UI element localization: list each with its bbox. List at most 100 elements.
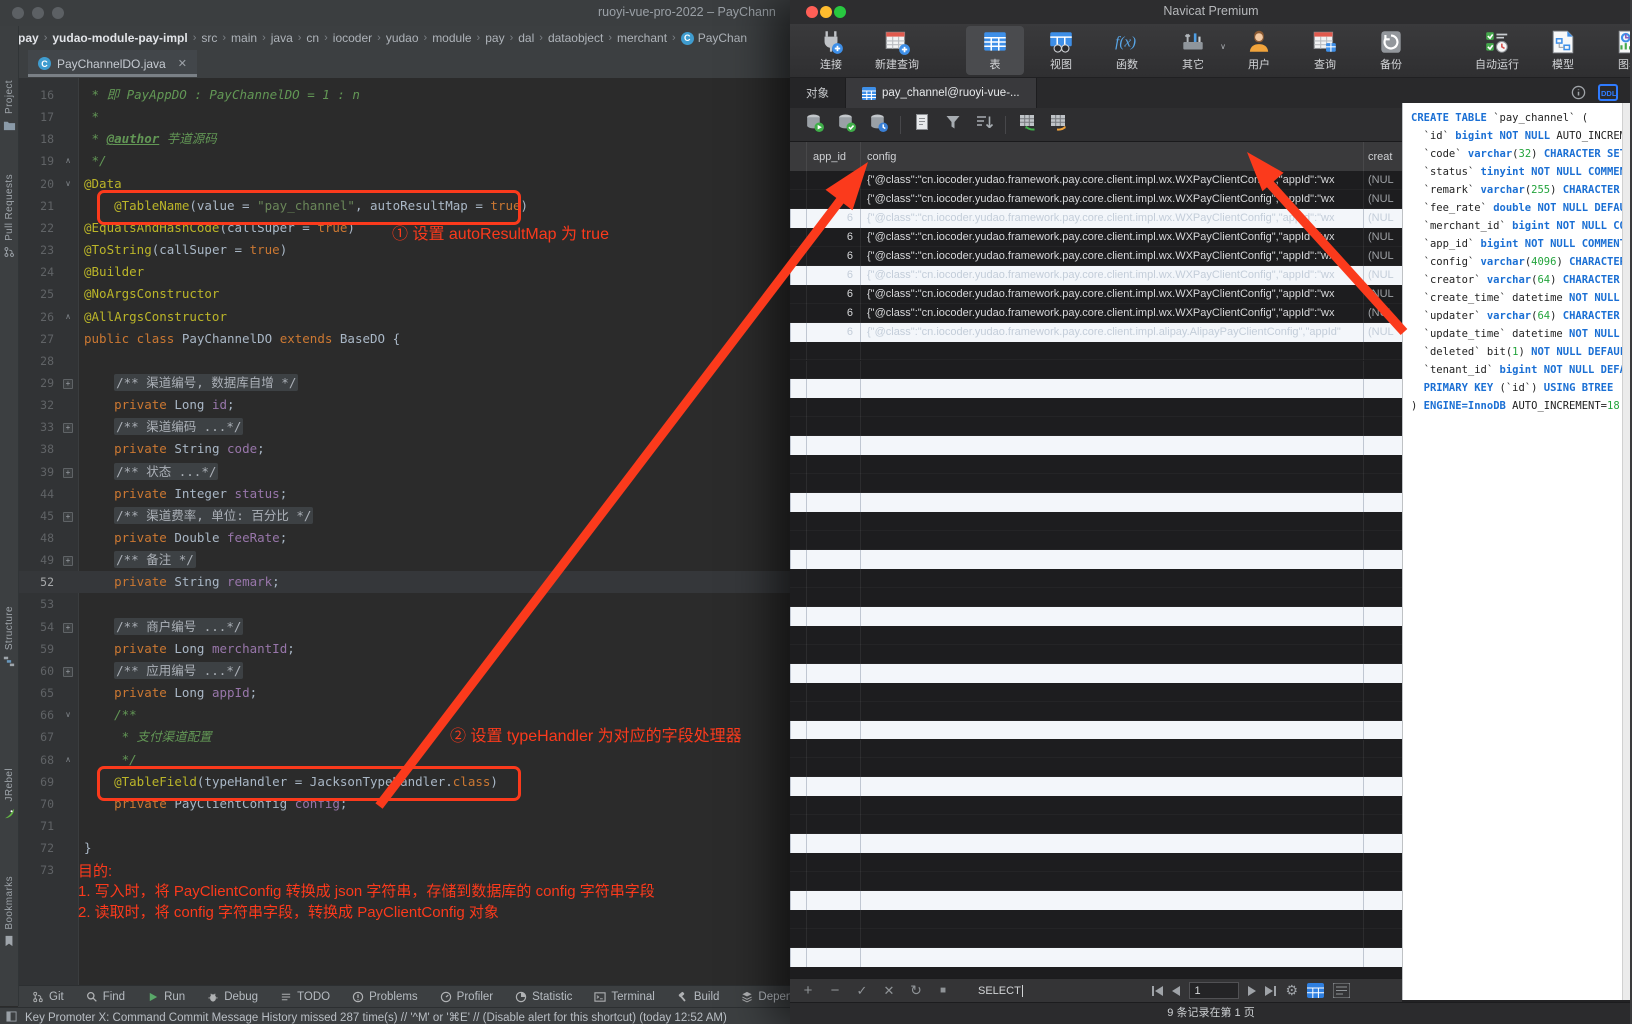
code-line[interactable]: 16 * 即 PayAppDO : PayChannelDO = 1 : n	[18, 84, 790, 106]
row-selector[interactable]	[790, 247, 806, 266]
breadcrumb-item[interactable]: cn	[306, 31, 319, 45]
row-selector[interactable]	[790, 853, 806, 872]
table-row[interactable]	[790, 550, 1402, 569]
cell-create-time[interactable]: (NUL	[1363, 266, 1402, 285]
row-selector[interactable]	[790, 285, 806, 304]
row-selector[interactable]	[790, 796, 806, 815]
table-row[interactable]: 6{"@class":"cn.iocoder.yudao.framework.p…	[790, 323, 1402, 342]
row-selector[interactable]	[790, 398, 806, 417]
row-selector[interactable]	[790, 455, 806, 474]
row-selector[interactable]	[790, 872, 806, 891]
row-selector[interactable]	[790, 683, 806, 702]
tool-button-debug[interactable]: Debug	[207, 991, 258, 1003]
cell-create-time[interactable]	[1363, 550, 1402, 569]
row-selector[interactable]	[790, 171, 806, 190]
fold-marker-icon[interactable]: ∨	[62, 704, 74, 726]
code-line[interactable]: 39+ /** 状态 ...*/	[18, 461, 790, 483]
code-line[interactable]: 65 private Long appId;	[18, 682, 790, 704]
row-selector[interactable]	[790, 948, 806, 967]
code-line[interactable]: 28	[18, 350, 790, 372]
navicat-toolbar-模型[interactable]: 模型	[1534, 26, 1592, 75]
table-row[interactable]: 6{"@class":"cn.iocoder.yudao.framework.p…	[790, 266, 1402, 285]
table-row[interactable]	[790, 815, 1402, 834]
table-row[interactable]	[790, 777, 1402, 796]
refresh-button[interactable]: ↻	[910, 982, 922, 999]
cell-create-time[interactable]	[1363, 626, 1402, 645]
row-selector[interactable]	[790, 569, 806, 588]
table-row[interactable]	[790, 891, 1402, 910]
row-selector[interactable]	[790, 550, 806, 569]
cell-app-id[interactable]: 6	[806, 247, 860, 266]
cell-config[interactable]	[860, 796, 1363, 815]
breadcrumb-item[interactable]: src	[201, 31, 217, 45]
cell-config[interactable]	[860, 777, 1363, 796]
breadcrumb-item[interactable]: module	[432, 31, 471, 45]
row-selector[interactable]	[790, 910, 806, 929]
cell-app-id[interactable]	[806, 455, 860, 474]
row-selector[interactable]	[790, 758, 806, 777]
cell-app-id[interactable]: 6	[806, 285, 860, 304]
db-check-icon[interactable]	[836, 112, 857, 138]
table-row[interactable]	[790, 342, 1402, 361]
cell-create-time[interactable]: (NUL	[1363, 228, 1402, 247]
first-page-button[interactable]	[1152, 986, 1163, 996]
sort-icon[interactable]	[974, 112, 994, 137]
row-selector[interactable]	[790, 361, 806, 380]
cell-create-time[interactable]	[1363, 853, 1402, 872]
column-header-create-time[interactable]: creat	[1363, 142, 1402, 171]
cell-config[interactable]	[860, 872, 1363, 891]
fold-marker-icon[interactable]: +	[63, 379, 73, 389]
cell-config[interactable]	[860, 815, 1363, 834]
cell-create-time[interactable]	[1363, 436, 1402, 455]
cell-app-id[interactable]	[806, 702, 860, 721]
cell-app-id[interactable]	[806, 171, 860, 190]
toolwindow-jrebel[interactable]: JRebel	[0, 768, 18, 820]
column-header-gutter[interactable]	[790, 142, 806, 171]
cell-config[interactable]: {"@class":"cn.iocoder.yudao.framework.pa…	[860, 304, 1363, 323]
table-row[interactable]	[790, 531, 1402, 550]
previous-page-button[interactable]	[1172, 986, 1180, 996]
code-line[interactable]: 48 private Double feeRate;	[18, 527, 790, 549]
cell-app-id[interactable]	[806, 664, 860, 683]
cell-app-id[interactable]	[806, 626, 860, 645]
grid-view-icon[interactable]	[1307, 983, 1324, 998]
cell-config[interactable]	[860, 645, 1363, 664]
breadcrumb-item[interactable]: CPayChan	[681, 31, 747, 45]
cell-create-time[interactable]	[1363, 512, 1402, 531]
cell-config[interactable]	[860, 853, 1363, 872]
cell-config[interactable]	[860, 910, 1363, 929]
cell-config[interactable]	[860, 607, 1363, 626]
code-line[interactable]: 67 * 支付渠道配置	[18, 726, 790, 748]
code-line[interactable]: 19∧ */	[18, 150, 790, 172]
table-row[interactable]	[790, 948, 1402, 967]
cell-create-time[interactable]	[1363, 929, 1402, 948]
stop-button[interactable]: ■	[937, 985, 949, 996]
cell-app-id[interactable]	[806, 417, 860, 436]
traffic-light-close-icon[interactable]	[12, 7, 24, 19]
table-row[interactable]	[790, 436, 1402, 455]
cell-config[interactable]	[860, 588, 1363, 607]
cell-create-time[interactable]: (NUL	[1363, 285, 1402, 304]
fold-marker-icon[interactable]: ∧	[62, 150, 74, 172]
navicat-toolbar-视图[interactable]: 视图	[1032, 26, 1090, 75]
cell-app-id[interactable]: 6	[806, 304, 860, 323]
cell-config[interactable]: {"@class":"cn.iocoder.yudao.framework.pa…	[860, 323, 1363, 342]
cell-create-time[interactable]	[1363, 721, 1402, 740]
row-selector[interactable]	[790, 588, 806, 607]
code-line[interactable]: 71	[18, 815, 790, 837]
code-line[interactable]: 49+ /** 备注 */	[18, 549, 790, 571]
grid-import-icon[interactable]	[1017, 112, 1037, 137]
cell-config[interactable]	[860, 664, 1363, 683]
cell-create-time[interactable]: (NUL	[1363, 171, 1402, 190]
row-selector[interactable]	[790, 929, 806, 948]
cell-create-time[interactable]	[1363, 910, 1402, 929]
cell-config[interactable]	[860, 379, 1363, 398]
breadcrumb-item[interactable]: yudao	[386, 31, 419, 45]
tool-button-git[interactable]: Git	[32, 991, 64, 1003]
cell-config[interactable]	[860, 569, 1363, 588]
breadcrumb-item[interactable]: java	[271, 31, 293, 45]
cell-config[interactable]	[860, 891, 1363, 910]
code-line[interactable]: 18 * @author 芋道源码	[18, 128, 790, 150]
column-header-config[interactable]: config	[860, 142, 1363, 171]
cell-app-id[interactable]	[806, 834, 860, 853]
